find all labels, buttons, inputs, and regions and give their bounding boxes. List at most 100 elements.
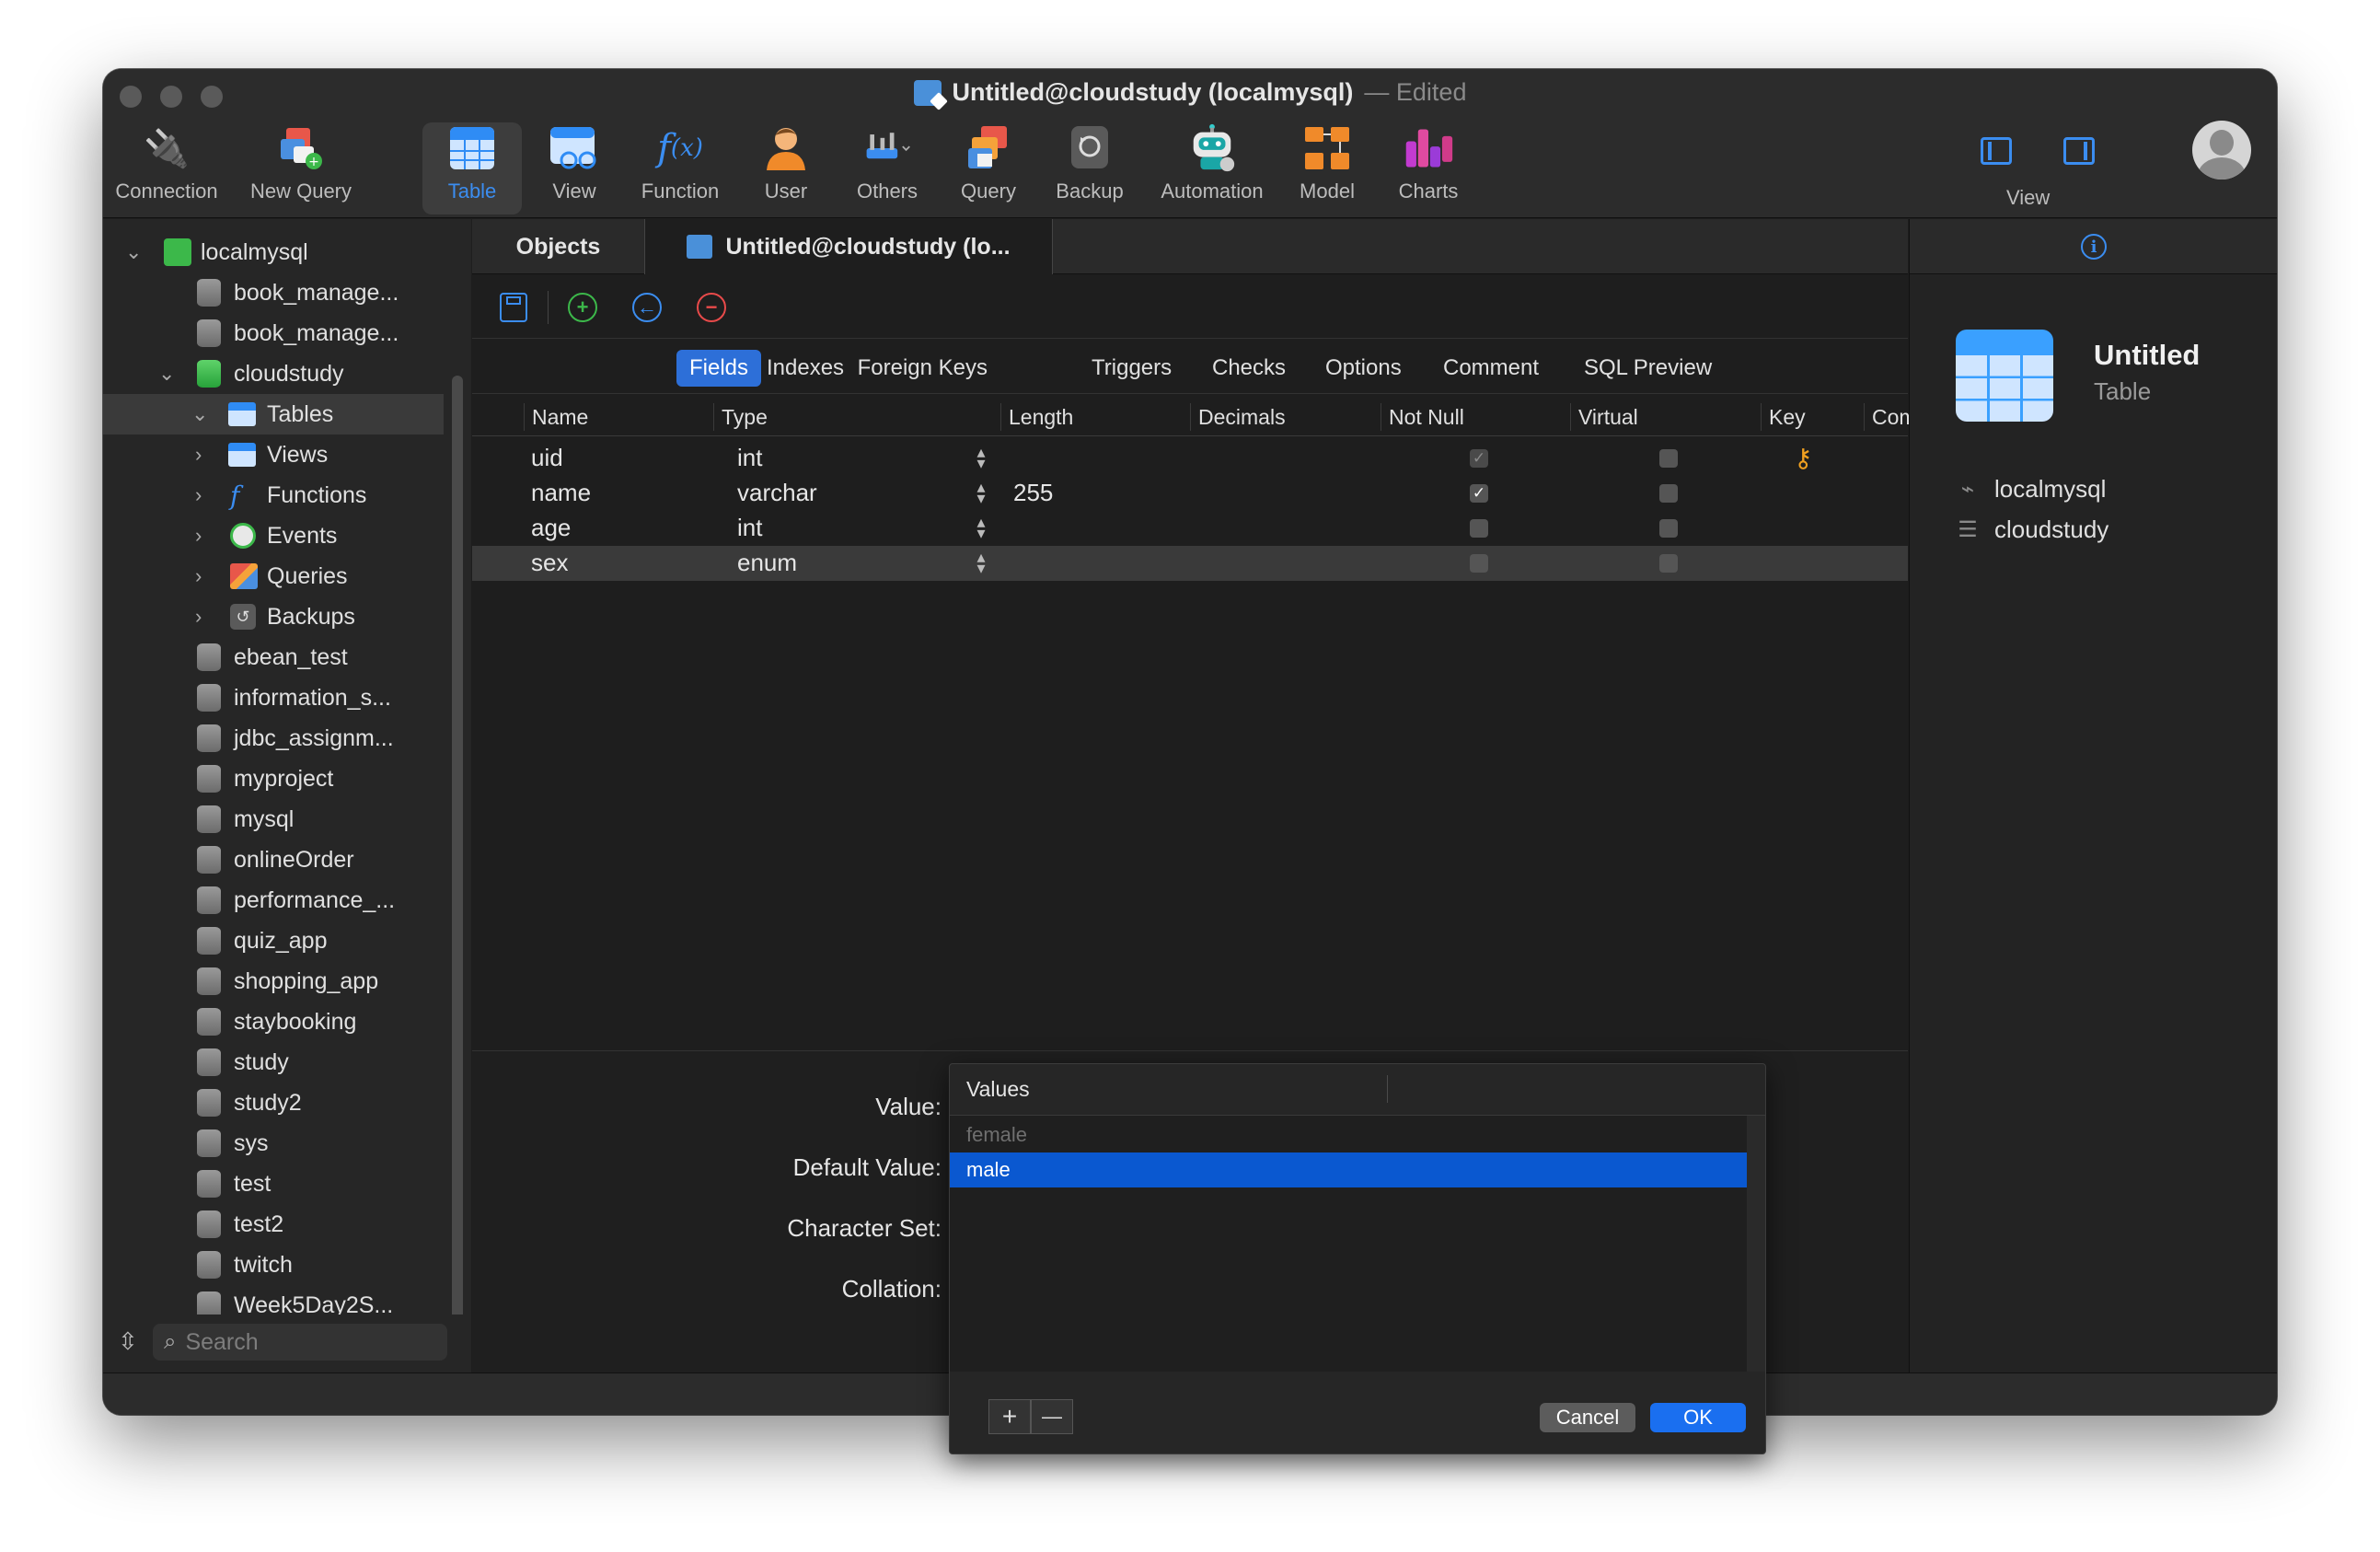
type-stepper-icon[interactable]: ▴ ▾ <box>973 479 989 506</box>
toolbar-function-button[interactable]: f (x) Function <box>625 122 735 214</box>
value-item-male[interactable]: male <box>950 1152 1747 1187</box>
tree-db-item[interactable]: onlineOrder <box>103 840 444 880</box>
toolbar-view-button[interactable]: View <box>519 122 630 214</box>
chevron-right-icon[interactable]: › <box>195 605 202 629</box>
tree-db-item[interactable]: quiz_app <box>103 921 444 961</box>
tree-db-item[interactable]: sys <box>103 1123 444 1164</box>
type-stepper-icon[interactable]: ▴ ▾ <box>973 549 989 576</box>
insert-field-button[interactable]: ← <box>632 293 662 322</box>
column-header-not-null[interactable]: Not Null <box>1381 403 1464 431</box>
subtab-triggers[interactable]: Triggers <box>1079 350 1184 387</box>
field-type-cell[interactable]: enum <box>737 549 797 577</box>
tree-db-item[interactable]: mysql <box>103 799 444 840</box>
column-header-virtual[interactable]: Virtual <box>1570 403 1638 431</box>
primary-key-icon[interactable]: ⚷ <box>1794 443 1813 473</box>
field-type-cell[interactable]: int <box>737 444 762 472</box>
toolbar-connection-button[interactable]: 🔌 Connection <box>111 122 222 214</box>
field-type-cell[interactable]: int <box>737 514 762 542</box>
field-type-cell[interactable]: varchar <box>737 479 817 507</box>
field-row[interactable]: uid int ▴ ▾ ✓ ⚷ <box>472 441 1908 476</box>
tree-db-item[interactable]: study2 <box>103 1083 444 1123</box>
column-header-type[interactable]: Type <box>713 403 768 431</box>
tree-functions[interactable]: › f Functions <box>103 475 444 515</box>
sidebar-scrollbar[interactable] <box>452 376 463 1370</box>
toolbar-others-button[interactable]: Others <box>832 122 942 214</box>
toolbar-charts-button[interactable]: Charts <box>1373 122 1484 214</box>
add-value-button[interactable]: + <box>988 1399 1031 1434</box>
column-header-key[interactable]: Key <box>1761 403 1806 431</box>
field-row[interactable]: age int ▴ ▾ <box>472 511 1908 546</box>
tree-db-cloudstudy[interactable]: ⌄ cloudstudy <box>103 353 444 394</box>
field-name-cell[interactable]: name <box>531 479 591 507</box>
remove-value-button[interactable]: — <box>1031 1399 1073 1434</box>
value-item-female[interactable]: female <box>950 1118 1747 1152</box>
type-stepper-icon[interactable]: ▴ ▾ <box>973 444 989 471</box>
tree-db-item[interactable]: shopping_app <box>103 961 444 1002</box>
not-null-checkbox[interactable] <box>1470 519 1488 538</box>
virtual-checkbox[interactable] <box>1659 449 1678 468</box>
virtual-checkbox[interactable] <box>1659 554 1678 573</box>
field-name-cell[interactable]: sex <box>531 549 568 577</box>
tree-db-item[interactable]: twitch <box>103 1245 444 1285</box>
field-name-cell[interactable]: uid <box>531 444 563 472</box>
chevron-right-icon[interactable]: › <box>195 564 202 588</box>
delete-field-button[interactable]: − <box>697 293 726 322</box>
info-icon[interactable]: i <box>2081 234 2107 260</box>
virtual-checkbox[interactable] <box>1659 519 1678 538</box>
subtab-comment[interactable]: Comment <box>1430 350 1552 387</box>
chevron-down-icon[interactable]: ⌄ <box>191 402 208 426</box>
ok-button[interactable]: OK <box>1650 1403 1746 1432</box>
tab-untitled-table[interactable]: Untitled@cloudstudy (lo... <box>645 219 1053 274</box>
chevron-down-icon[interactable]: ⌄ <box>158 362 175 386</box>
column-header-name[interactable]: Name <box>524 403 588 431</box>
chevron-right-icon[interactable]: › <box>195 443 202 467</box>
tree-events[interactable]: › Events <box>103 515 444 556</box>
toolbar-user-button[interactable]: User <box>731 122 841 214</box>
subtab-options[interactable]: Options <box>1312 350 1415 387</box>
not-null-checkbox[interactable]: ✓ <box>1470 484 1488 503</box>
field-row[interactable]: name varchar ▴ ▾ 255 ✓ <box>472 476 1908 511</box>
field-name-cell[interactable]: age <box>531 514 571 542</box>
column-header-decimals[interactable]: Decimals <box>1190 403 1286 431</box>
tree-queries[interactable]: › Queries <box>103 556 444 596</box>
tree-tables[interactable]: ⌄ Tables <box>103 394 444 434</box>
subtab-foreign-keys[interactable]: Foreign Keys <box>845 350 1000 387</box>
type-stepper-icon[interactable]: ▴ ▾ <box>973 514 989 541</box>
field-length-cell[interactable]: 255 <box>1013 479 1053 507</box>
toolbar-new-query-button[interactable]: + New Query <box>246 122 356 214</box>
tab-objects[interactable]: Objects <box>472 219 645 274</box>
subtab-sql-preview[interactable]: SQL Preview <box>1571 350 1725 387</box>
user-avatar[interactable] <box>2192 121 2251 180</box>
cancel-button[interactable]: Cancel <box>1540 1403 1635 1432</box>
tree-connection-localmysql[interactable]: ⌄ localmysql <box>103 232 444 272</box>
add-field-button[interactable]: + <box>568 293 597 322</box>
values-list-scrollbar[interactable] <box>1747 1116 1765 1372</box>
subtab-fields[interactable]: Fields <box>676 350 762 387</box>
toolbar-backup-button[interactable]: Backup <box>1034 122 1145 214</box>
tree-db-item[interactable]: staybooking <box>103 1002 444 1042</box>
chevron-down-icon[interactable]: ⌄ <box>125 240 142 264</box>
toggle-left-sidebar-button[interactable] <box>1981 137 2012 165</box>
tree-db-item[interactable]: test2 <box>103 1204 444 1245</box>
tree-db-item[interactable]: book_manage... <box>103 272 444 313</box>
sidebar-search-input[interactable]: ⌕ Search <box>153 1324 447 1361</box>
tree-db-item[interactable]: myproject <box>103 759 444 799</box>
toggle-right-sidebar-button[interactable] <box>2063 137 2095 165</box>
toolbar-automation-button[interactable]: Automation <box>1152 122 1272 214</box>
tree-views[interactable]: › Views <box>103 434 444 475</box>
subtab-checks[interactable]: Checks <box>1199 350 1299 387</box>
tree-db-item[interactable]: jdbc_assignm... <box>103 718 444 759</box>
chevron-right-icon[interactable]: › <box>195 524 202 548</box>
tree-db-item[interactable]: study <box>103 1042 444 1083</box>
toolbar-model-button[interactable]: Model <box>1272 122 1382 214</box>
not-null-checkbox[interactable]: ✓ <box>1470 449 1488 468</box>
tree-backups[interactable]: › ↺ Backups <box>103 596 444 637</box>
filter-toggle-icon[interactable]: ⇳ <box>118 1327 138 1356</box>
tree-db-item[interactable]: information_s... <box>103 678 444 718</box>
column-header-length[interactable]: Length <box>1000 403 1073 431</box>
field-row[interactable]: sex enum ▴ ▾ <box>472 546 1908 581</box>
subtab-indexes[interactable]: Indexes <box>754 350 857 387</box>
save-button[interactable] <box>500 293 527 322</box>
tree-db-item[interactable]: performance_... <box>103 880 444 921</box>
not-null-checkbox[interactable] <box>1470 554 1488 573</box>
